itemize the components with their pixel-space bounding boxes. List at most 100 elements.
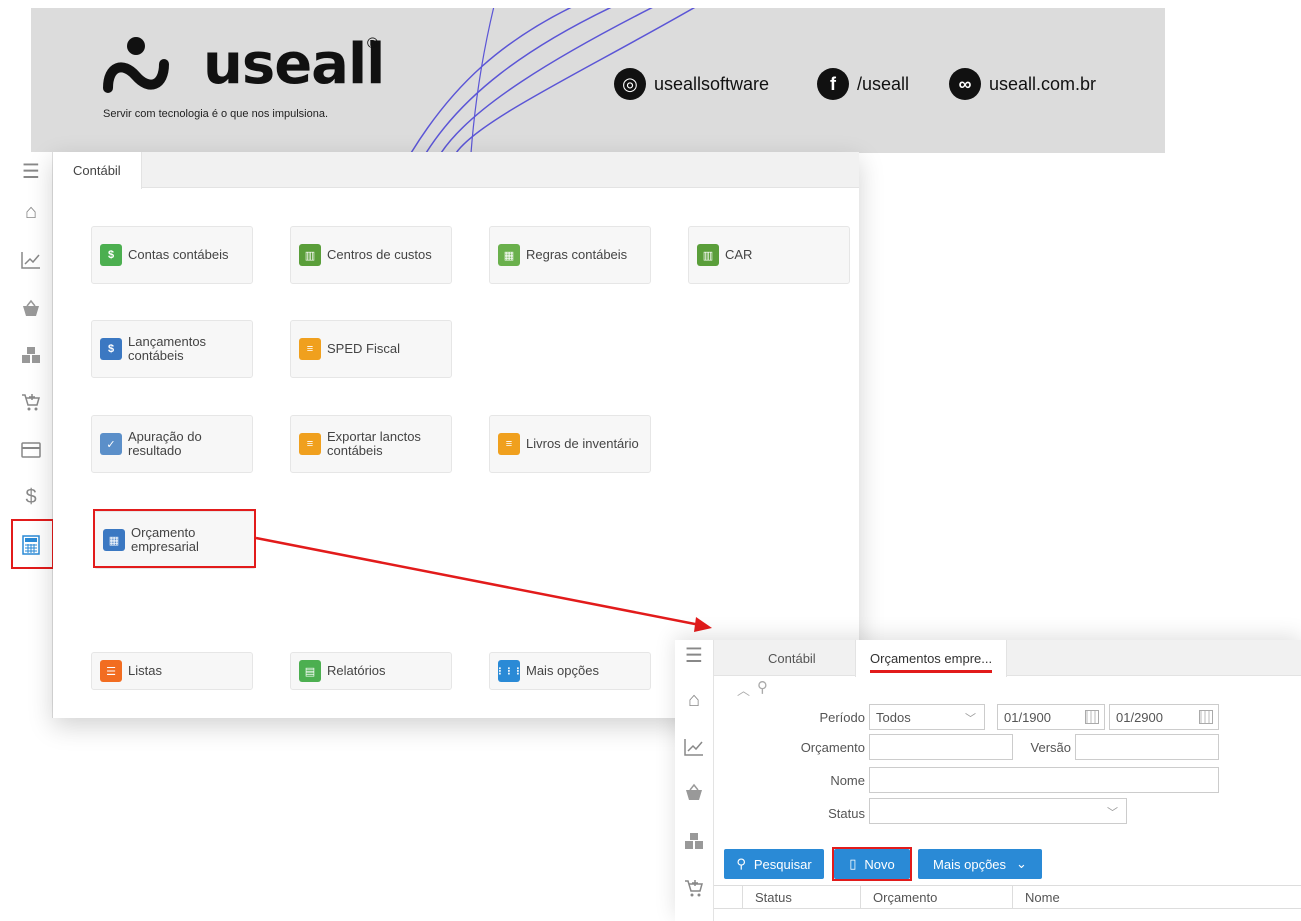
date-to-input[interactable]: 01/2900: [1109, 704, 1219, 730]
tile-regras-contabeis[interactable]: ▦ Regras contábeis: [489, 226, 651, 284]
chevron-down-icon: ﹀: [1107, 807, 1118, 819]
tile-exportar-lanctos-contabeis[interactable]: ≡ Exportar lanctos contábeis: [290, 415, 452, 473]
green-report-icon: ▤: [299, 660, 321, 682]
orcamento-input[interactable]: [869, 734, 1013, 760]
website-url: useall.com.br: [989, 73, 1097, 94]
calendar-icon[interactable]: [1199, 710, 1213, 724]
tile-apuracao-do-resultado[interactable]: ✓ Apuração do resultado: [91, 415, 253, 473]
orange-doc-icon: ≡: [299, 338, 321, 360]
blue-entries-icon: $: [100, 338, 122, 360]
status-select[interactable]: ﹀: [869, 798, 1127, 824]
website-link[interactable]: ∞ useall.com.br: [949, 68, 1096, 100]
tile-label: Livros de inventário: [526, 436, 639, 451]
versao-label: Versão: [1030, 740, 1071, 755]
column-orcamento[interactable]: Orçamento: [860, 886, 1012, 908]
periodo-select[interactable]: Todos ﹀: [869, 704, 985, 730]
tile-label: Contas contábeis: [128, 247, 229, 262]
panel2-tabbar: Contábil Orçamentos empre...: [714, 640, 1301, 677]
results-grid-header: Status Orçamento Nome: [714, 885, 1301, 909]
menu-icon[interactable]: ☰: [16, 156, 46, 186]
tile-livros-de-inventario[interactable]: ≡ Livros de inventário: [489, 415, 651, 473]
chart-icon[interactable]: [16, 245, 46, 275]
versao-input[interactable]: [1075, 734, 1219, 760]
tile-listas[interactable]: ☰ Listas: [91, 652, 253, 690]
mais-opcoes-button[interactable]: Mais opções ⌄: [918, 849, 1042, 879]
dollar-icon[interactable]: $: [16, 482, 46, 512]
facebook-handle: /useall: [857, 73, 910, 94]
tile-label: Apuração do resultado: [128, 429, 202, 458]
tab-contabil[interactable]: Contábil: [53, 152, 142, 189]
nome-input[interactable]: [869, 767, 1219, 793]
search-icon[interactable]: ⚲: [757, 678, 768, 696]
orange-doc-icon: ≡: [299, 433, 321, 455]
basket-icon[interactable]: [16, 293, 46, 323]
tab-contabil[interactable]: Contábil: [754, 640, 830, 676]
tile-sped-fiscal[interactable]: ≡ SPED Fiscal: [290, 320, 452, 378]
green-chart-doc-icon: ▥: [697, 244, 719, 266]
mais-opcoes-label: Mais opções: [933, 856, 1007, 872]
green-chart-doc-icon: ▥: [299, 244, 321, 266]
collapse-icon[interactable]: ︿: [737, 680, 750, 699]
chevron-down-icon: ﹀: [965, 713, 976, 725]
blue-check-doc-icon: ✓: [100, 433, 122, 455]
tile-lancamentos-contabeis[interactable]: $ Lançamentos contábeis: [91, 320, 253, 378]
tile-label: Mais opções: [526, 663, 599, 678]
chart-icon[interactable]: [679, 732, 709, 762]
periodo-value: Todos: [876, 709, 911, 725]
home-icon[interactable]: ⌂: [679, 685, 709, 715]
tile-mais-opcoes[interactable]: ⋮⋮⋮ Mais opções: [489, 652, 651, 690]
useall-logo-icon: [103, 37, 169, 93]
orcamento-label: Orçamento: [800, 740, 865, 755]
date-to-value: 01/2900: [1116, 709, 1163, 725]
boxes-icon[interactable]: [16, 340, 46, 370]
tile-label: Relatórios: [327, 663, 386, 678]
orcamento-highlight: [93, 509, 256, 568]
boxes-icon[interactable]: [679, 826, 709, 856]
home-icon[interactable]: ⌂: [16, 197, 46, 227]
column-nome[interactable]: Nome: [1012, 886, 1301, 908]
date-from-value: 01/1900: [1004, 709, 1051, 725]
tile-relatorios[interactable]: ▤ Relatórios: [290, 652, 452, 690]
date-from-input[interactable]: 01/1900: [997, 704, 1105, 730]
tile-contas-contabeis[interactable]: $ Contas contábeis: [91, 226, 253, 284]
tile-label: Lançamentos contábeis: [128, 334, 207, 363]
menu-icon[interactable]: ☰: [679, 640, 709, 670]
tile-label: SPED Fiscal: [327, 341, 400, 356]
blue-grid-icon: ⋮⋮⋮: [496, 660, 523, 682]
column-status[interactable]: Status: [742, 886, 860, 908]
cart-icon[interactable]: [679, 873, 709, 903]
tile-label: Centros de custos: [327, 247, 432, 262]
tile-car[interactable]: ▥ CAR: [688, 226, 850, 284]
card-icon[interactable]: [16, 435, 46, 465]
chevron-down-icon: ⌄: [1016, 856, 1027, 871]
link-icon: ∞: [949, 68, 981, 100]
periodo-label: Período: [819, 710, 865, 725]
facebook-link[interactable]: f /useall: [817, 68, 909, 100]
green-grid-icon: ▦: [498, 244, 520, 266]
pesquisar-label: Pesquisar: [753, 856, 812, 872]
registered-mark: ®: [367, 35, 379, 52]
status-label: Status: [828, 806, 865, 821]
novo-highlight: [832, 847, 912, 881]
tile-label: CAR: [725, 247, 753, 262]
main-tabbar: Contábil: [53, 152, 859, 189]
calculator-highlight: [11, 519, 54, 569]
tile-label: Listas: [128, 663, 162, 678]
nome-label: Nome: [830, 773, 865, 788]
instagram-link[interactable]: ◎ useallsoftware: [614, 68, 769, 100]
brand-slogan: Servir com tecnologia é o que nos impuls…: [103, 108, 329, 120]
panel2-sidebar: ☰ ⌂: [675, 640, 714, 921]
tab-underline-highlight: [870, 670, 992, 673]
calendar-icon[interactable]: [1085, 710, 1099, 724]
brand-banner: useall ® Servir com tecnologia é o que n…: [31, 8, 1165, 153]
pesquisar-button[interactable]: ⚲ Pesquisar: [724, 849, 824, 879]
instagram-icon: ◎: [614, 68, 646, 100]
basket-icon[interactable]: [679, 777, 709, 807]
cart-icon[interactable]: [16, 387, 46, 417]
sidebar: ☰ ⌂ $: [8, 152, 53, 718]
orange-doc-icon: ≡: [498, 433, 520, 455]
instagram-handle: useallsoftware: [654, 73, 770, 94]
tile-label: Exportar lanctos contábeis: [327, 429, 421, 458]
tile-centros-de-custos[interactable]: ▥ Centros de custos: [290, 226, 452, 284]
orange-list-icon: ☰: [100, 660, 122, 682]
